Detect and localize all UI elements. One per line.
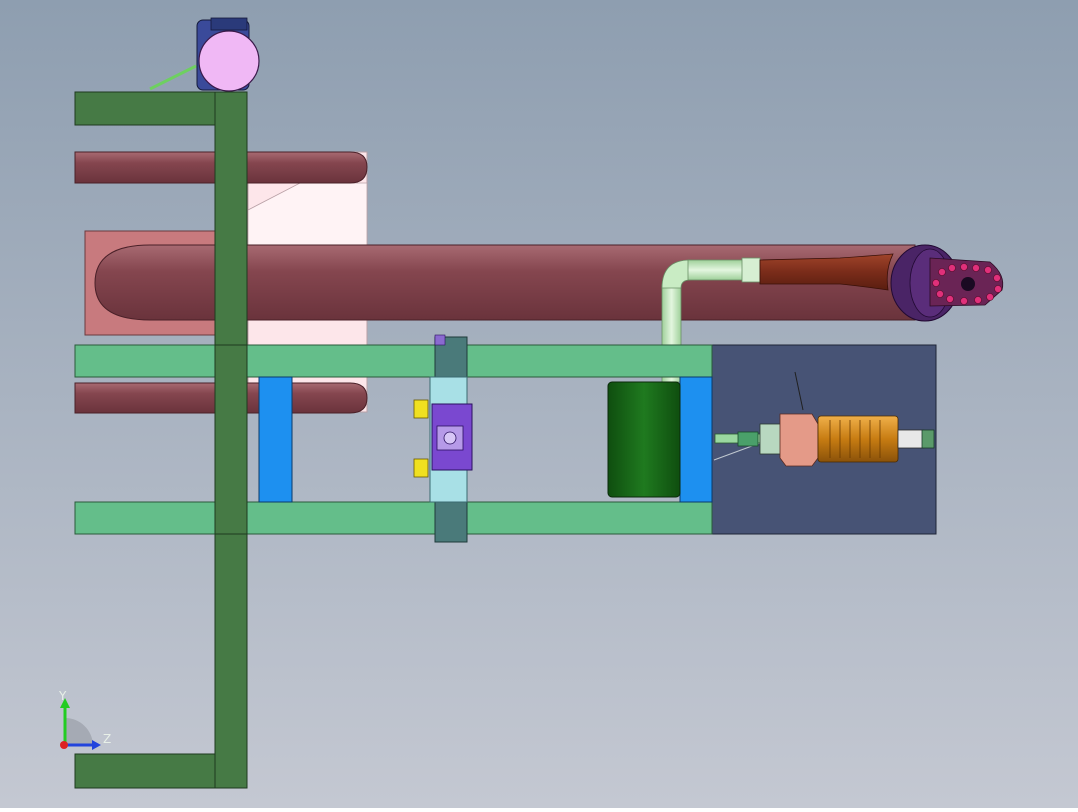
left-blue-block — [258, 376, 293, 503]
right-blue-block — [679, 376, 713, 503]
assembly-drawing: Y Z — [0, 0, 1078, 808]
clamp-upper — [413, 399, 429, 419]
motor-flange — [759, 423, 783, 455]
carriage-bearing — [443, 431, 457, 445]
top-motor-disc — [198, 30, 260, 92]
elbow-collar — [741, 257, 761, 283]
motor-end-block — [921, 429, 935, 449]
clamp-lower — [413, 458, 429, 478]
motor-coupling — [737, 431, 759, 447]
carriage-top-tab — [434, 334, 446, 346]
motor-end-cap — [897, 429, 925, 449]
frame-column-front — [214, 344, 248, 535]
green-drum — [607, 381, 681, 498]
motor-gearbox — [779, 413, 819, 467]
top-motor-cap — [210, 17, 248, 31]
lower-rail-beam — [74, 501, 713, 535]
y-axis-label: Y — [58, 689, 67, 703]
cad-viewport[interactable]: Y Z — [0, 0, 1078, 808]
x-axis-dot — [60, 741, 68, 749]
upper-rail-beam — [74, 344, 713, 378]
cutter-hub — [961, 277, 975, 291]
z-axis-label: Z — [103, 732, 111, 746]
